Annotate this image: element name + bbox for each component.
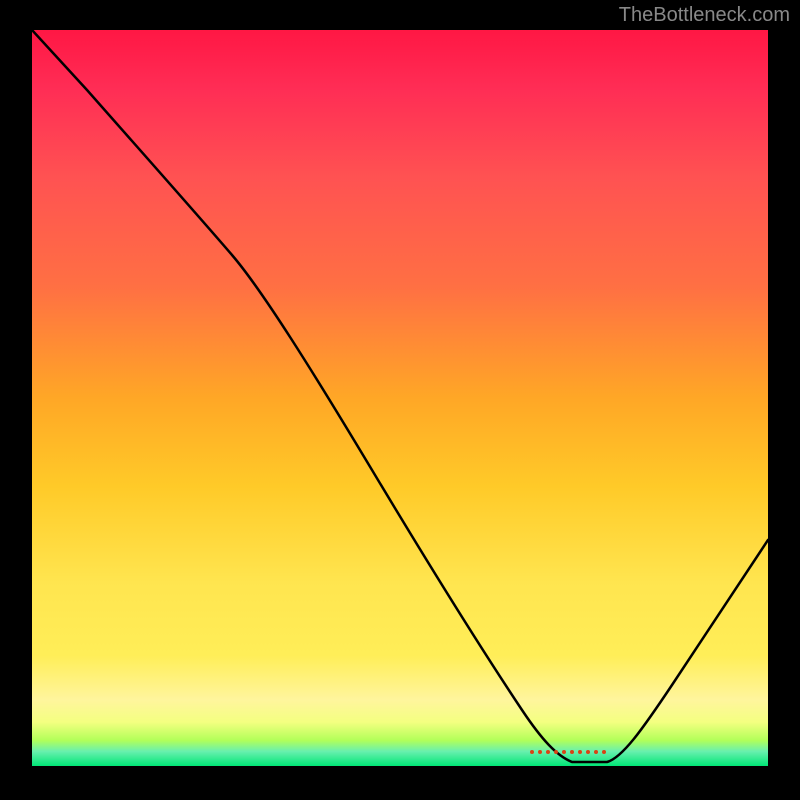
chart-container: TheBottleneck.com: [0, 0, 800, 800]
plot-area: [32, 30, 768, 766]
background-gradient: [32, 30, 768, 766]
watermark-text: TheBottleneck.com: [619, 4, 790, 27]
